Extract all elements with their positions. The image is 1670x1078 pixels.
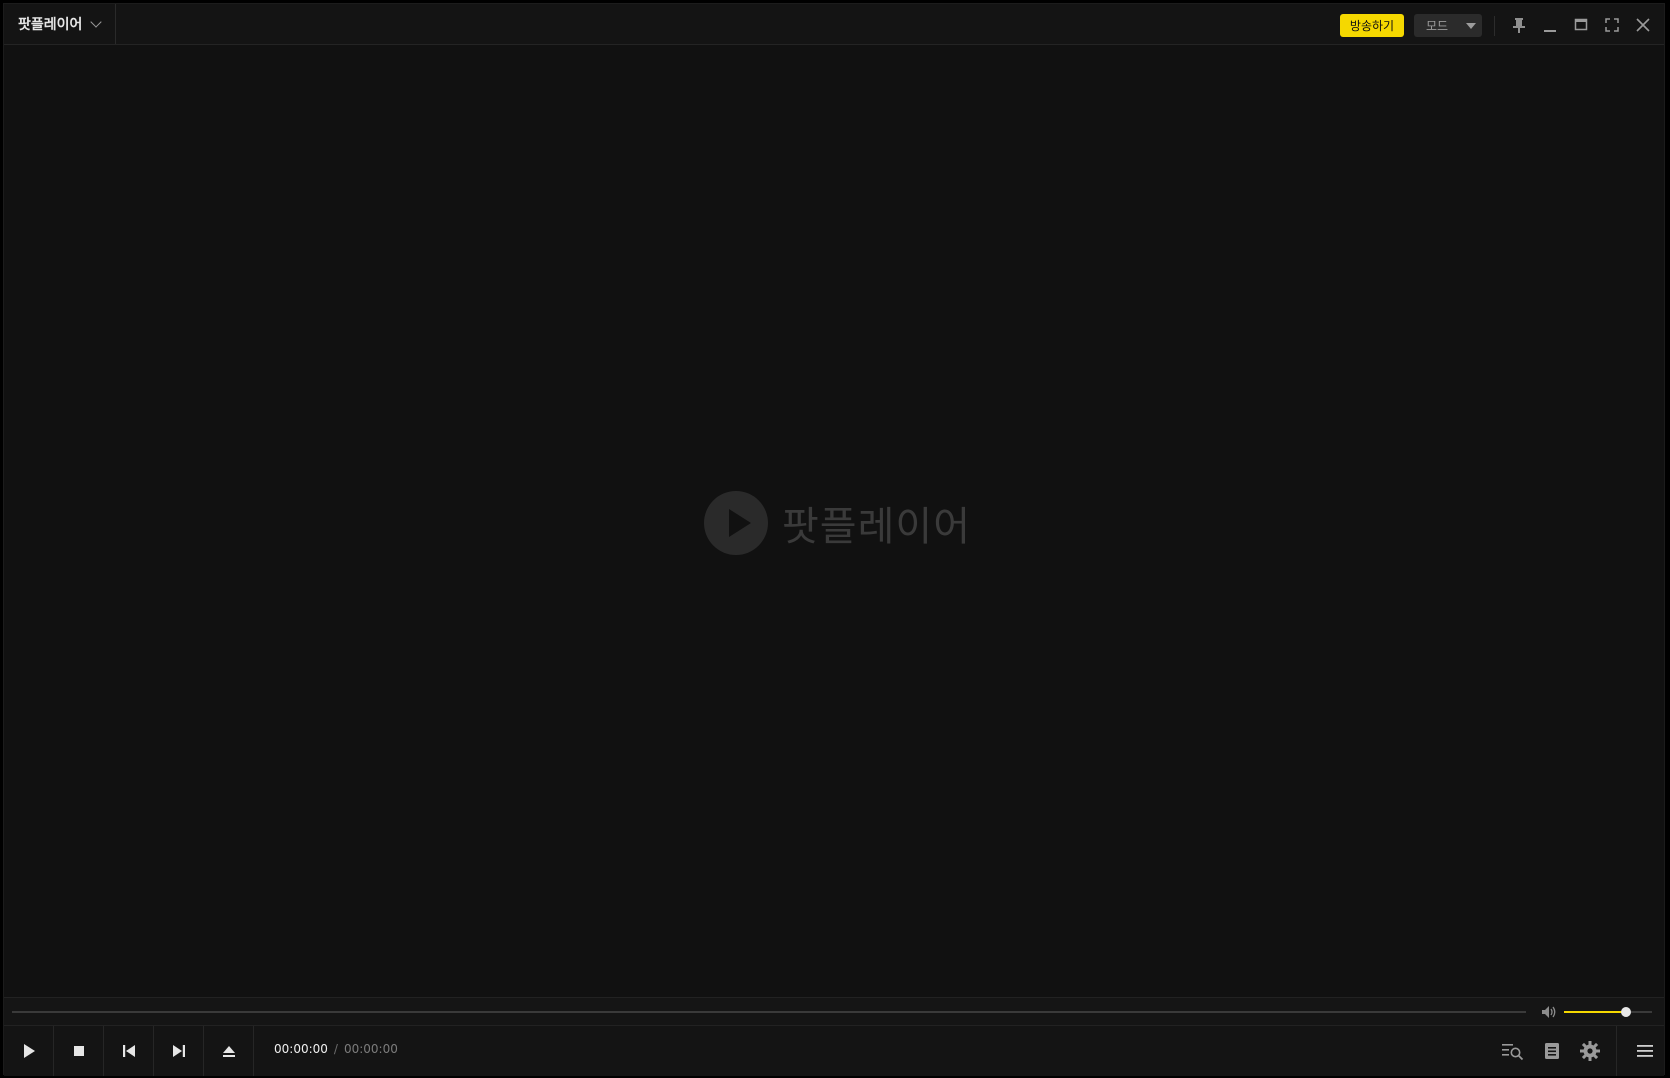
settings-icon (1580, 1041, 1600, 1061)
playlist-icon (1545, 1043, 1559, 1059)
logo-play-icon (704, 491, 768, 555)
previous-button[interactable] (104, 1026, 154, 1076)
video-area[interactable]: 팟플레이어 (4, 45, 1664, 997)
settings-button[interactable] (1575, 1036, 1605, 1066)
current-time: 00:00:00 (274, 1042, 328, 1056)
control-bar: 00:00:00 / 00:00:00 (4, 1025, 1664, 1076)
fullscreen-icon (1605, 18, 1619, 32)
titlebar-divider (1494, 16, 1495, 36)
mode-dropdown[interactable]: 모드 (1414, 14, 1482, 37)
broadcast-button[interactable]: 방송하기 (1340, 14, 1404, 37)
player-logo: 팟플레이어 (704, 491, 971, 555)
seek-bar[interactable] (12, 1011, 1526, 1013)
app-title: 팟플레이어 (18, 17, 83, 33)
playlist-search-icon (1502, 1044, 1524, 1061)
time-separator: / (333, 1042, 338, 1056)
eject-button[interactable] (204, 1026, 254, 1076)
volume-thumb[interactable] (1620, 1007, 1631, 1017)
playlist-button[interactable] (1537, 1036, 1567, 1066)
mode-label: 모드 (1426, 19, 1449, 33)
next-icon (172, 1045, 185, 1057)
previous-icon (122, 1045, 135, 1057)
title-bar: 팟플레이어 방송하기 모드 (4, 4, 1664, 45)
speaker-icon (1542, 1006, 1556, 1018)
pin-icon (1513, 18, 1525, 33)
stop-button[interactable] (54, 1026, 104, 1076)
controls-divider (1616, 1026, 1617, 1076)
next-button[interactable] (154, 1026, 204, 1076)
chevron-down-icon (90, 16, 103, 28)
logo-text: 팟플레이어 (782, 504, 971, 550)
stop-icon (73, 1046, 84, 1056)
playlist-search-button[interactable] (1498, 1036, 1528, 1066)
seek-area (4, 997, 1664, 1026)
time-display: 00:00:00 / 00:00:00 (274, 1042, 398, 1056)
caret-down-icon (1466, 22, 1476, 29)
maximize-button[interactable] (1568, 12, 1594, 38)
play-button[interactable] (4, 1026, 54, 1076)
volume-slider[interactable] (1564, 1007, 1652, 1017)
close-button[interactable] (1630, 12, 1656, 38)
eject-icon (222, 1046, 235, 1057)
menu-icon (1637, 1045, 1653, 1057)
minimize-button[interactable] (1537, 12, 1563, 38)
maximize-icon (1574, 18, 1588, 31)
minimize-icon (1544, 30, 1556, 32)
main-menu-button[interactable] (1630, 1036, 1660, 1066)
fullscreen-button[interactable] (1599, 12, 1625, 38)
app-menu-button[interactable]: 팟플레이어 (4, 4, 116, 44)
player-window: 팟플레이어 방송하기 모드 팟플레이어 00:00:00 / 00:00:00 (3, 3, 1665, 1076)
play-icon (23, 1044, 35, 1058)
volume-button[interactable] (1540, 1004, 1558, 1020)
total-duration: 00:00:00 (343, 1042, 398, 1056)
close-icon (1636, 18, 1650, 32)
volume-fill (1564, 1011, 1626, 1013)
pin-button[interactable] (1506, 12, 1532, 38)
